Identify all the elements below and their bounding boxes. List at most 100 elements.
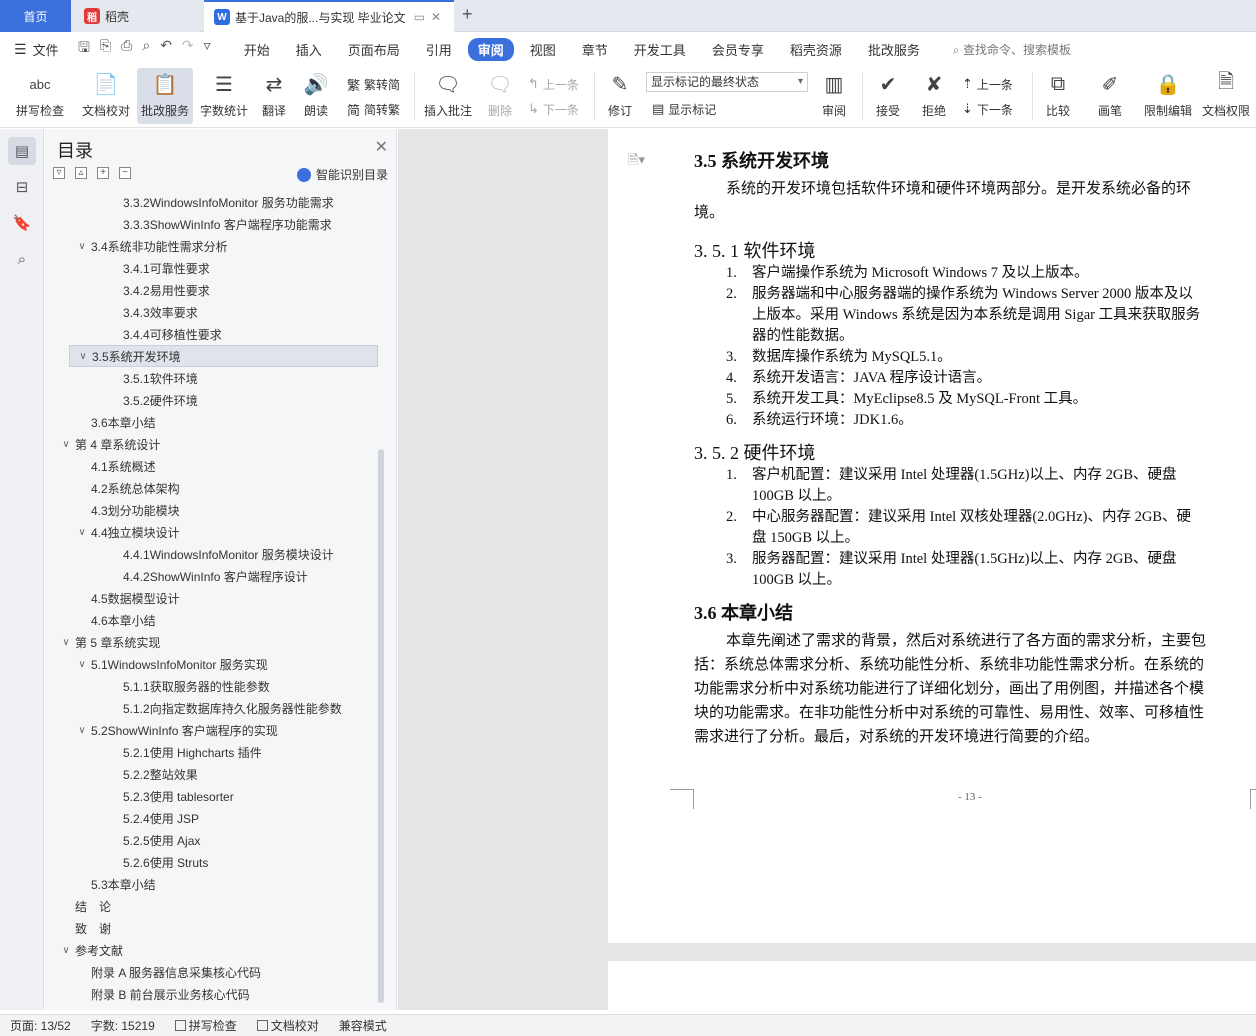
toc-item[interactable]: 5.2.4使用 JSP [107, 807, 199, 829]
chevron-down-icon[interactable]: ∨ [75, 527, 89, 538]
toc-item[interactable]: 5.2.5使用 Ajax [107, 829, 200, 851]
document-page[interactable]: 🗎▾ 3.5 系统开发环境 系统的开发环境包括软件环境和硬件环境两部分。是开发系… [608, 129, 1256, 943]
tab-home[interactable]: 首页 [0, 0, 71, 32]
toc-item[interactable]: ∨ 参考文献 [59, 939, 123, 961]
markup-state-select[interactable]: 显示标记的最终状态 [646, 72, 808, 92]
page-indicator[interactable]: 页面: 13/52 [0, 1017, 81, 1034]
toc-item[interactable]: ∨ 5.1WindowsInfoMonitor 服务实现 [75, 653, 267, 675]
toc-item[interactable]: ∨ 4.4独立模块设计 [75, 521, 179, 543]
delete-comment-button[interactable]: 🗨 删除 [480, 68, 520, 124]
to-traditional-button[interactable]: 繁繁转简 [347, 74, 400, 94]
menu-section[interactable]: 章节 [572, 38, 618, 61]
customize-chevron-icon[interactable]: ▿ [204, 37, 211, 61]
toc-item[interactable]: 3.4.3效率要求 [107, 301, 198, 323]
reject-button[interactable]: ✘ 拒绝 [914, 68, 954, 124]
toc-item[interactable]: 3.5.1软件环境 [107, 367, 198, 389]
accept-button[interactable]: ✔ 接受 [868, 68, 908, 124]
show-markup-button[interactable]: ▤ 显示标记 [652, 99, 716, 119]
review-pane-button[interactable]: ▥ 审阅 [814, 68, 854, 124]
chevron-down-icon[interactable]: ∨ [75, 659, 89, 670]
menu-view[interactable]: 视图 [520, 38, 566, 61]
spell-check-button[interactable]: abc 拼写检查 [8, 68, 72, 124]
doc-proof-toggle[interactable]: 文档校对 [247, 1017, 329, 1034]
command-search[interactable]: ⌕ 查找命令、搜索模板 [953, 41, 1071, 58]
prev-change-button[interactable]: ⇡ 上一条 [962, 74, 1013, 94]
document-area[interactable]: 🗎▾ 3.5 系统开发环境 系统的开发环境包括软件环境和硬件环境两部分。是开发系… [398, 129, 1256, 1010]
chevron-down-icon[interactable]: ∨ [59, 439, 73, 450]
toc-item[interactable]: 5.1.1获取服务器的性能参数 [107, 675, 270, 697]
chevron-down-icon[interactable]: ∨ [76, 351, 90, 362]
toc-item[interactable]: ∨ 第 5 章系统实现 [59, 631, 160, 653]
smart-toc-button[interactable]: 智能识别目录 [296, 166, 388, 183]
remove-heading-icon[interactable]: − [119, 167, 131, 179]
toc-item[interactable]: 附录 A 服务器信息采集核心代码 [75, 961, 261, 983]
correction-service-button[interactable]: 📋 批改服务 [137, 68, 193, 124]
toc-item[interactable]: 致 谢 [59, 917, 111, 939]
toc-item[interactable]: 4.4.1WindowsInfoMonitor 服务模块设计 [107, 543, 334, 565]
menu-insert[interactable]: 插入 [286, 38, 332, 61]
tab-close-icon[interactable]: ✕ [431, 10, 441, 24]
translate-button[interactable]: ⇄ 翻译 [254, 68, 294, 124]
toc-item[interactable]: 4.2系统总体架构 [75, 477, 180, 499]
menu-correction[interactable]: 批改服务 [858, 38, 930, 61]
undo-icon[interactable]: ↶ [160, 37, 172, 61]
page-options-icon[interactable]: 🗎▾ [628, 151, 645, 173]
collapse-all-icon[interactable]: ▿ [53, 167, 65, 179]
save-icon[interactable]: 🖫 [78, 37, 90, 61]
menu-developer[interactable]: 开发工具 [624, 38, 696, 61]
toc-item[interactable]: 附录 B 前台展示业务核心代码 [75, 983, 250, 1005]
menu-member[interactable]: 会员专享 [702, 38, 774, 61]
word-count[interactable]: 字数: 15219 [81, 1017, 165, 1034]
toc-item[interactable]: 4.3划分功能模块 [75, 499, 180, 521]
chapter-nav-icon[interactable]: ⊟ [8, 173, 36, 201]
toc-item[interactable]: ∨ 5.2ShowWinInfo 客户端程序的实现 [75, 719, 277, 741]
pen-button[interactable]: ✐ 画笔 [1092, 68, 1128, 124]
chevron-down-icon[interactable]: ∨ [59, 945, 73, 956]
search-icon[interactable]: ⌕ [8, 245, 36, 273]
chevron-down-icon[interactable]: ∨ [59, 637, 73, 648]
toc-item[interactable]: 5.1.2向指定数据库持久化服务器性能参数 [107, 697, 342, 719]
menu-start[interactable]: 开始 [234, 38, 280, 61]
print-preview-icon[interactable]: ⌕ [142, 37, 150, 61]
word-count-button[interactable]: ☰ 字数统计 [196, 68, 252, 124]
menu-page-layout[interactable]: 页面布局 [338, 38, 410, 61]
menu-review[interactable]: 审阅 [467, 37, 514, 61]
toc-item[interactable]: 3.5.2硬件环境 [107, 389, 198, 411]
read-aloud-button[interactable]: 🔊 朗读 [298, 68, 334, 124]
toc-item[interactable]: 4.5数据模型设计 [75, 587, 180, 609]
new-tab-button[interactable]: + [462, 4, 482, 25]
toc-item[interactable]: ∨ 3.5系统开发环境 [69, 345, 378, 367]
toc-item[interactable]: 5.2.3使用 tablesorter [107, 785, 234, 807]
toc-item[interactable]: ∨ 第 4 章系统设计 [59, 433, 160, 455]
print-icon[interactable]: ⎙ [121, 37, 132, 61]
doc-permission-button[interactable]: 🗎 文档权限 [1198, 68, 1254, 124]
export-pdf-icon[interactable]: ⎘ [100, 37, 111, 61]
toc-item[interactable]: 5.2.1使用 Highcharts 插件 [107, 741, 262, 763]
toc-item[interactable]: 4.6本章小结 [75, 609, 156, 631]
bookmark-icon[interactable]: 🔖 [8, 209, 36, 237]
expand-all-icon[interactable]: ▵ [75, 167, 87, 179]
toc-item[interactable]: 3.4.1可靠性要求 [107, 257, 210, 279]
toc-scrollbar[interactable] [378, 449, 384, 1003]
doc-proof-button[interactable]: 📄 文档校对 [78, 68, 134, 124]
toc-item[interactable]: 结 论 [59, 895, 111, 917]
next-comment-button[interactable]: ↳ 下一条 [528, 99, 579, 119]
toc-item[interactable]: 4.4.2ShowWinInfo 客户端程序设计 [107, 565, 308, 587]
toc-item[interactable]: 3.3.3ShowWinInfo 客户端程序功能需求 [107, 213, 332, 235]
tab-daoke[interactable]: 稻 稻壳 [72, 0, 200, 32]
chevron-down-icon[interactable]: ∨ [75, 241, 89, 252]
prev-comment-button[interactable]: ↰ 上一条 [528, 74, 579, 94]
toc-item[interactable]: 4.1系统概述 [75, 455, 156, 477]
restrict-edit-button[interactable]: 🔒 限制编辑 [1140, 68, 1196, 124]
toc-item[interactable]: ∨ 3.4系统非功能性需求分析 [75, 235, 227, 257]
toc-item[interactable]: 5.2.2整站效果 [107, 763, 198, 785]
file-menu[interactable]: ☰ 文件 [0, 40, 72, 59]
compare-button[interactable]: ⧉ 比较 [1038, 68, 1078, 124]
toc-item[interactable]: 3.6本章小结 [75, 411, 156, 433]
next-change-button[interactable]: ⇣ 下一条 [962, 99, 1013, 119]
to-simplified-button[interactable]: 简简转繁 [347, 99, 400, 119]
redo-icon[interactable]: ↷ [182, 37, 194, 61]
menu-daoke-resources[interactable]: 稻壳资源 [780, 38, 852, 61]
toc-item[interactable]: 3.3.2WindowsInfoMonitor 服务功能需求 [107, 191, 334, 213]
close-icon[interactable]: ✕ [375, 137, 388, 157]
